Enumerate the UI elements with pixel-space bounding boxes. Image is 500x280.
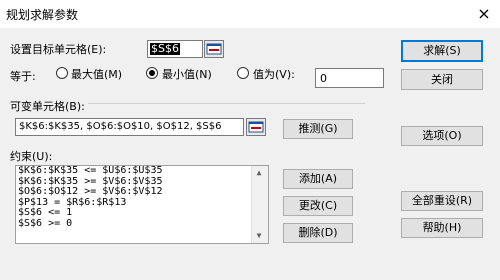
guess-button[interactable]: 推测(G) — [283, 119, 353, 139]
value-of-text: 0 — [320, 72, 327, 85]
list-item[interactable]: $K$6:$K$35 <= $U$6:$U$35 — [16, 165, 268, 177]
radio-value-of-label: 值为(V): — [253, 68, 295, 81]
collapse-dialog-icon[interactable] — [246, 118, 266, 136]
delete-constraint-button[interactable]: 删除(D) — [283, 223, 353, 243]
radio-min[interactable] — [146, 67, 158, 79]
constraints-label: 约束(U): — [10, 150, 53, 163]
solve-button[interactable]: 求解(S) — [401, 40, 483, 62]
target-cell-value: $S$6 — [150, 42, 180, 55]
add-constraint-button[interactable]: 添加(A) — [283, 169, 353, 189]
arrow-up-icon[interactable]: ▲ — [252, 166, 266, 180]
options-button[interactable]: 选项(O) — [401, 126, 483, 146]
equal-to-label: 等于: — [10, 70, 36, 83]
radio-value-of[interactable] — [237, 67, 249, 79]
list-item[interactable]: $S$6 >= 0 — [16, 218, 268, 230]
value-of-input[interactable]: 0 — [315, 68, 384, 88]
target-cell-input[interactable]: $S$6 — [147, 40, 203, 58]
variable-cells-input[interactable]: $K$6:$K$35, $O$6:$O$10, $O$12, $S$6 — [15, 118, 244, 136]
variable-cells-value: $K$6:$K$35, $O$6:$O$10, $O$12, $S$6 — [19, 121, 222, 132]
title-bar: 规划求解参数 × — [0, 0, 500, 28]
list-item[interactable]: $O$6:$O$12 >= $V$6:$V$12 — [16, 186, 268, 198]
list-item[interactable]: $S$6 <= 1 — [16, 207, 268, 219]
radio-min-label: 最小值(N) — [162, 68, 212, 81]
arrow-down-icon[interactable]: ▼ — [252, 229, 266, 243]
window-title: 规划求解参数 — [6, 8, 79, 22]
target-cell-label: 设置目标单元格(E): — [10, 43, 107, 56]
reset-all-button[interactable]: 全部重设(R) — [401, 191, 483, 211]
constraints-scrollbar[interactable]: ▲ ▼ — [251, 166, 268, 243]
change-constraint-button[interactable]: 更改(C) — [283, 196, 353, 216]
constraints-list[interactable]: $K$6:$K$35 <= $U$6:$U$35 $K$6:$K$35 >= $… — [15, 165, 269, 244]
help-button[interactable]: 帮助(H) — [401, 218, 483, 238]
radio-max-label: 最大值(M) — [71, 68, 123, 81]
variable-cells-label: 可变单元格(B): — [10, 98, 88, 114]
radio-max[interactable] — [56, 67, 68, 79]
solver-dialog: 规划求解参数 × 设置目标单元格(E): $S$6 等于: 最大值(M) 最小值… — [0, 0, 500, 280]
collapse-dialog-icon[interactable] — [204, 40, 224, 58]
close-button[interactable]: 关闭 — [401, 69, 483, 90]
close-icon[interactable]: × — [468, 0, 500, 28]
